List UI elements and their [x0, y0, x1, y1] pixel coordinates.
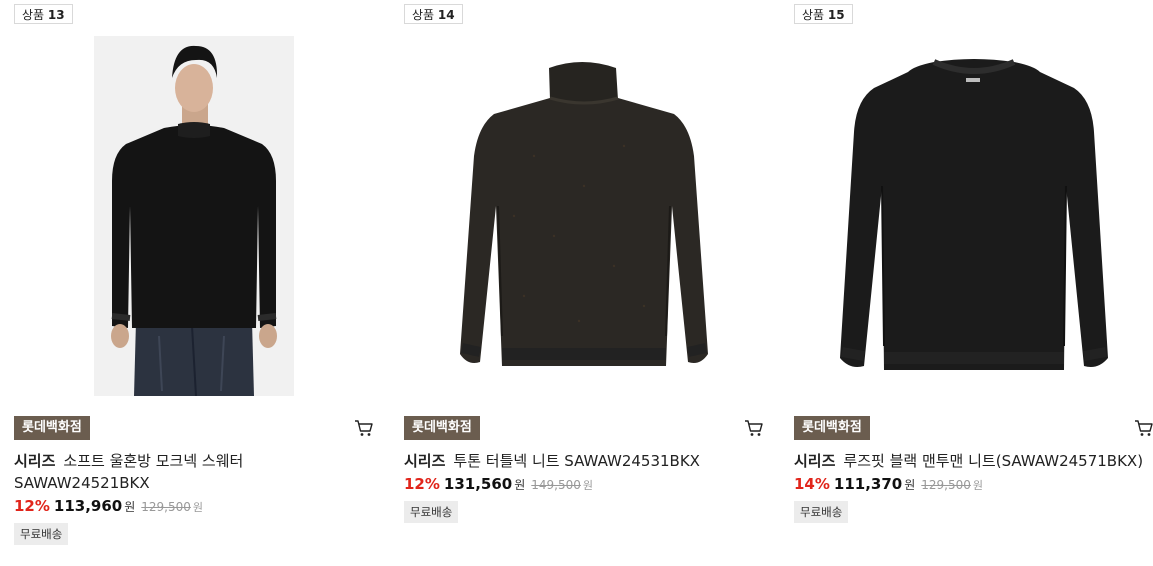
product-number-badge: 상품 14	[404, 4, 463, 24]
series-label: 시리즈	[14, 452, 56, 470]
free-shipping-tag: 무료배송	[794, 501, 849, 523]
product-title[interactable]: 시리즈 투톤 터틀넥 니트 SAWAW24531BKX	[404, 450, 764, 472]
original-price: 149,500	[531, 478, 581, 492]
product-title[interactable]: 시리즈 루즈핏 블랙 맨투맨 니트(SAWAW24571BKX)	[794, 450, 1153, 472]
cart-icon[interactable]	[1134, 418, 1153, 438]
product-image[interactable]	[14, 36, 374, 396]
currency: 원	[904, 478, 916, 492]
product-card[interactable]: 상품 13 롯데백화점 시리즈 소프트 울혼방 모크넥 스웨터 SAWAW245…	[14, 0, 374, 566]
series-label: 시리즈	[794, 452, 836, 470]
brand-row: 롯데백화점	[794, 416, 1153, 440]
discount-rate: 12%	[404, 475, 440, 493]
product-card[interactable]: 상품 14 롯데백화점 시리즈 투톤 터틀넥 니트 SAWAW24531BKX …	[404, 0, 764, 566]
product-card[interactable]: 상품 15 롯데백화점 시리즈 루즈핏 블랙 맨투맨 니트(SAWAW24571B…	[794, 0, 1153, 566]
currency: 원	[124, 500, 136, 514]
brand-row: 롯데백화점	[404, 416, 764, 440]
product-grid: 상품 13 롯데백화점 시리즈 소프트 울혼방 모크넥 스웨터 SAWAW245…	[0, 0, 1153, 566]
price-row: 12% 113,960 원 129,500 원	[14, 496, 203, 518]
brand-badge: 롯데백화점	[14, 416, 90, 440]
sale-price: 111,370	[833, 475, 903, 493]
price-row: 14% 111,370 원 129,500 원	[794, 474, 983, 496]
product-number-badge: 상품 15	[794, 4, 853, 24]
product-title[interactable]: 시리즈 소프트 울혼방 모크넥 스웨터 SAWAW24521BKX	[14, 450, 374, 494]
series-label: 시리즈	[404, 452, 446, 470]
brand-badge: 롯데백화점	[794, 416, 870, 440]
price-row: 12% 131,560 원 149,500 원	[404, 474, 593, 496]
product-name: 루즈핏 블랙 맨투맨 니트(SAWAW24571BKX)	[843, 452, 1144, 470]
discount-rate: 14%	[794, 475, 830, 493]
cart-icon[interactable]	[744, 418, 764, 438]
brand-badge: 롯데백화점	[404, 416, 480, 440]
original-price: 129,500	[141, 500, 191, 514]
sale-price: 113,960	[53, 497, 123, 515]
sale-price: 131,560	[443, 475, 513, 493]
cart-icon[interactable]	[354, 418, 374, 438]
free-shipping-tag: 무료배송	[404, 501, 459, 523]
currency: 원	[972, 479, 984, 492]
product-name: 투톤 터틀넥 니트 SAWAW24531BKX	[453, 452, 700, 470]
product-number-badge: 상품 13	[14, 4, 73, 24]
free-shipping-tag: 무료배송	[14, 523, 69, 545]
currency: 원	[582, 479, 594, 492]
product-image[interactable]	[794, 36, 1153, 396]
currency: 원	[514, 478, 526, 492]
currency: 원	[192, 501, 204, 514]
discount-rate: 12%	[14, 497, 50, 515]
brand-row: 롯데백화점	[14, 416, 374, 440]
original-price: 129,500	[921, 478, 971, 492]
product-image[interactable]	[404, 36, 764, 396]
